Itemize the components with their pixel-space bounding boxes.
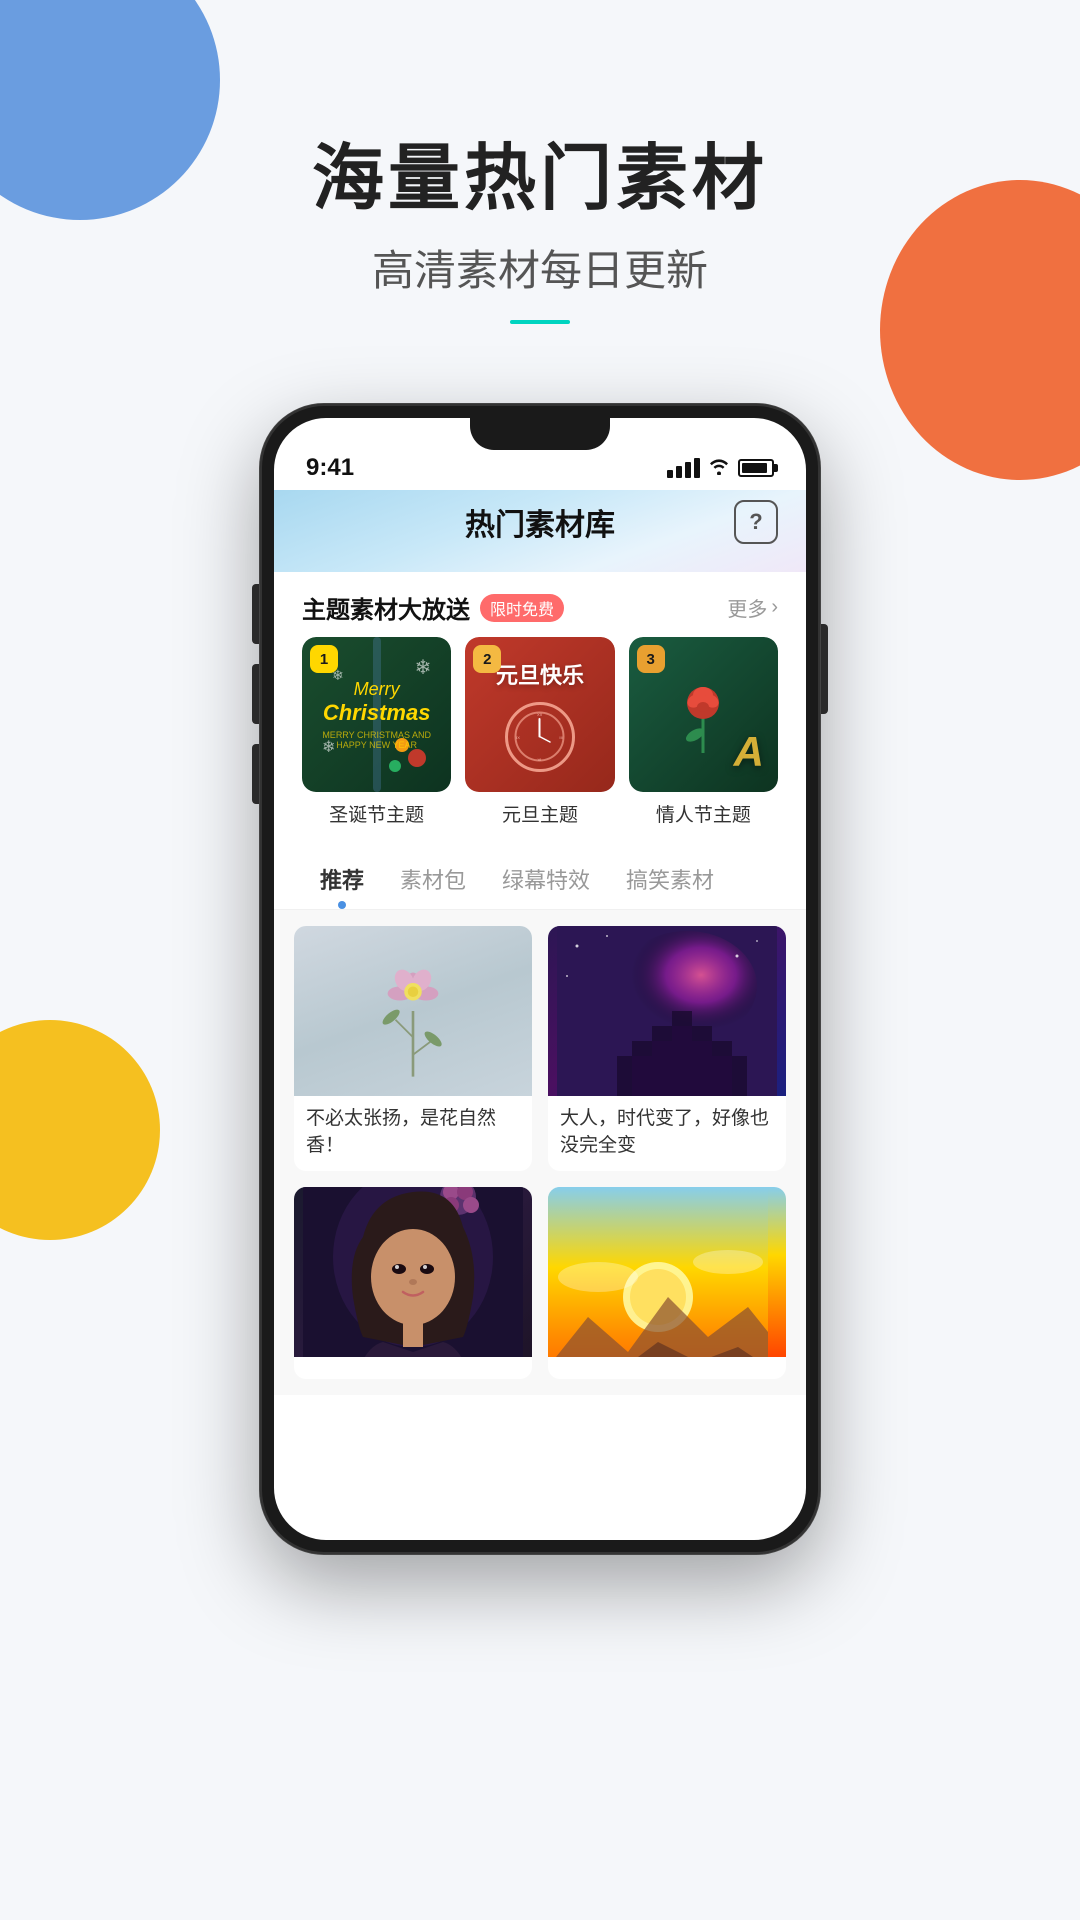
rose-svg [673,675,733,755]
content-card-flower[interactable]: 不必太张扬，是花自然香！ [294,926,532,1171]
merry-text: Merry [322,679,431,700]
tab-recommend[interactable]: 推荐 [302,859,382,909]
section-title: 主题素材大放送 [302,590,470,625]
content-card-girl[interactable] [294,1187,532,1379]
help-button[interactable]: ? [734,500,778,544]
sunset-caption [548,1357,786,1379]
valentine-card-image: 3 [629,637,778,792]
app-title: 热门素材库 [465,500,615,544]
header-section: 海量热门素材 高清素材每日更新 [0,0,1080,384]
theme-card-valentine[interactable]: 3 [629,637,778,831]
clock-decoration: XII III VI IX [505,702,575,772]
girl-svg [303,1187,523,1357]
app-title-row: 热门素材库 ? [302,500,778,544]
svg-text:VI: VI [538,757,542,762]
accent-underline [510,320,570,324]
sunset-image [548,1187,786,1357]
section-badge: 限时免费 [480,594,564,622]
phone-notch [470,418,610,450]
flower-svg [373,941,453,1081]
girl-image [294,1187,532,1357]
christmas-text: Merry Christmas MERRY CHRISTMAS ANDHAPPY… [322,679,431,750]
tab-funny[interactable]: 搞笑素材 [608,859,732,909]
christmas-sub: MERRY CHRISTMAS ANDHAPPY NEW YEAR [322,730,431,750]
galaxy-caption: 大人，时代变了，好像也没完全变 [548,1096,786,1171]
phone-inner: 9:41 热门素 [274,418,806,1540]
galaxy-svg [557,926,777,1096]
content-card-sunset[interactable] [548,1187,786,1379]
content-card-galaxy[interactable]: 大人，时代变了，好像也没完全变 [548,926,786,1171]
galaxy-image [548,926,786,1096]
phone-outer: 9:41 热门素 [260,404,820,1554]
valentine-letter: A [734,728,764,776]
tabs-row: 推荐 素材包 绿幕特效 搞笑素材 [274,847,806,910]
rank-badge-2: 2 [473,645,501,673]
sub-title: 高清素材每日更新 [0,237,1080,298]
ornament-red [408,749,426,767]
newyear-card-image: 2 元旦快乐 XII III [465,637,614,792]
ornament-green [389,760,401,772]
tab-material-pack[interactable]: 素材包 [382,859,484,909]
christmas-label: 圣诞节主题 [302,792,451,831]
section-header: 主题素材大放送 限时免费 更多 › [274,572,806,637]
main-title: 海量热门素材 [0,140,1080,219]
sunset-svg [548,1187,768,1357]
wifi-icon [708,457,730,480]
theme-card-newyear[interactable]: 2 元旦快乐 XII III [465,637,614,831]
signal-icon [667,458,700,478]
status-time: 9:41 [306,454,354,482]
snowflake-1: ❄ [415,655,432,680]
flower-image [294,926,532,1096]
flower-caption: 不必太张扬，是花自然香！ [294,1096,532,1171]
christmas-card-image: 1 ❄ ❄ ❄ Merry Christmas [302,637,451,792]
newyear-label: 元旦主题 [465,792,614,831]
tab-greenscreen[interactable]: 绿幕特效 [484,859,608,909]
girl-caption [294,1357,532,1379]
app-header: 热门素材库 ? [274,490,806,572]
theme-card-christmas[interactable]: 1 ❄ ❄ ❄ Merry Christmas [302,637,451,831]
valentine-label: 情人节主题 [629,792,778,831]
battery-icon [738,459,774,477]
rank-badge-3: 3 [637,645,665,673]
theme-cards-row: 1 ❄ ❄ ❄ Merry Christmas [274,637,806,847]
status-icons [667,457,774,480]
section-more-button[interactable]: 更多 › [727,593,778,622]
valentine-content: A [673,637,733,792]
svg-text:XII: XII [538,712,543,717]
svg-text:III: III [560,735,563,740]
newyear-content: 元旦快乐 XII III VI IX [496,637,584,792]
phone-wrapper: 9:41 热门素 [0,404,1080,1554]
content-grid: 不必太张扬，是花自然香！ [274,910,806,1395]
christmas-word: Christmas [322,700,431,726]
svg-text:IX: IX [517,735,521,740]
newyear-text: 元旦快乐 [496,658,584,690]
